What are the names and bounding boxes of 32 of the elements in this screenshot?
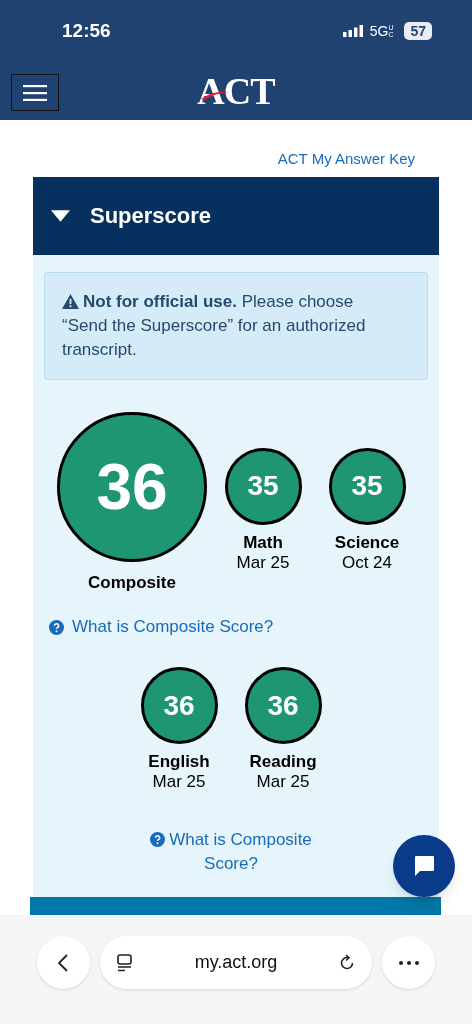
- battery-icon: 57: [404, 22, 432, 40]
- score-label: English: [148, 752, 210, 772]
- accordion-header[interactable]: Superscore: [33, 176, 439, 255]
- menu-button[interactable]: [11, 74, 59, 111]
- page-icon: [115, 953, 134, 972]
- address-bar[interactable]: my.act.org: [99, 936, 373, 989]
- help-link[interactable]: What is Composite Score?: [49, 615, 428, 639]
- score-date: Mar 25: [152, 772, 206, 792]
- score-label: Science: [334, 532, 400, 553]
- more-button[interactable]: [382, 936, 435, 989]
- help-icon: [49, 619, 64, 635]
- signal-icon: [341, 25, 364, 37]
- score-label: Math: [243, 532, 283, 553]
- help-link[interactable]: What is Composite Score?: [136, 828, 326, 876]
- notice-banner: Not for official use. Please choose “Send the Superscore” for an authorized transcript.: [44, 271, 428, 380]
- more-icon: [398, 960, 419, 965]
- caret-icon: [51, 209, 70, 222]
- score-label: Composite: [88, 571, 176, 594]
- back-icon: [58, 953, 69, 972]
- answer-key-link[interactable]: ACT My Answer Key: [277, 148, 415, 171]
- logo: ACT: [197, 72, 275, 110]
- menu-icon: [23, 84, 47, 101]
- url-text: my.act.org: [194, 951, 278, 974]
- score-label: Reading: [249, 752, 317, 772]
- score-date: Oct 24: [341, 552, 393, 573]
- clock: 12:56: [62, 18, 111, 43]
- help-icon: [150, 832, 166, 847]
- score-date: Mar 25: [256, 772, 310, 792]
- chat-icon: [412, 854, 436, 878]
- score-date: Mar 25: [236, 552, 290, 573]
- back-button[interactable]: [37, 936, 90, 989]
- network-label: 5G: [369, 21, 389, 41]
